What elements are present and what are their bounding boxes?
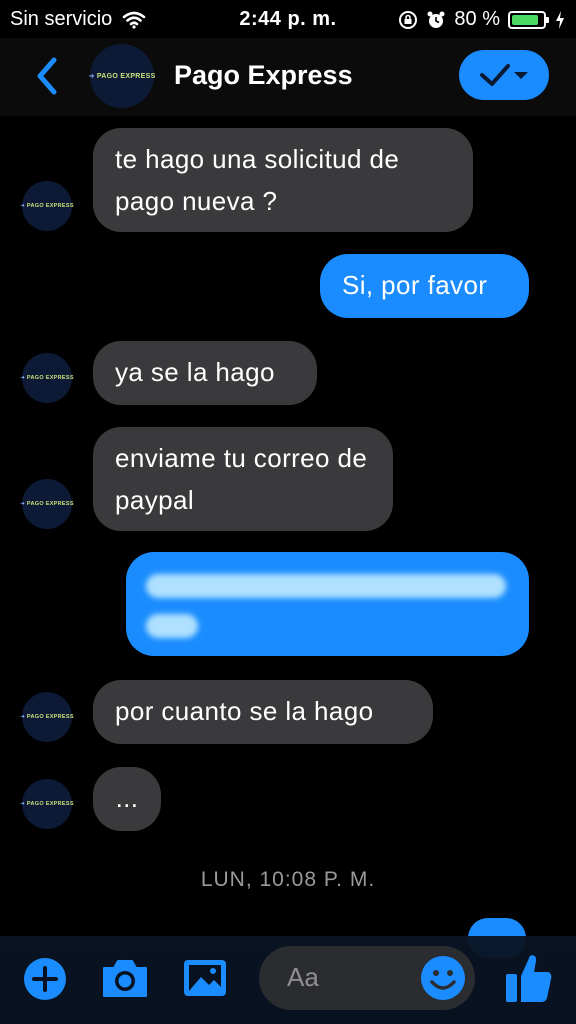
sender-avatar: ➜ PAGO EXPRESS xyxy=(20,692,74,742)
message-bubble-incoming[interactable]: ya se la hago xyxy=(93,341,317,405)
message-composer: Aa xyxy=(0,936,576,1024)
camera-icon xyxy=(103,960,147,997)
redacted-text xyxy=(146,574,506,598)
message-input[interactable]: Aa xyxy=(259,946,475,1010)
message-bubble-incoming[interactable]: por cuanto se la hago xyxy=(93,680,433,744)
brand-logo: ➜ PAGO EXPRESS xyxy=(20,375,74,381)
add-button[interactable] xyxy=(22,956,68,1002)
sender-avatar: ➜ PAGO EXPRESS xyxy=(20,181,74,231)
back-button[interactable] xyxy=(30,54,70,98)
image-icon xyxy=(184,960,226,996)
brand-logo: ➜ PAGO EXPRESS xyxy=(20,501,74,507)
status-bar: Sin servicio 2:44 p. m. 80 % xyxy=(0,0,576,38)
redacted-text xyxy=(146,614,198,638)
brand-logo: ➜ PAGO EXPRESS xyxy=(20,203,74,209)
contact-avatar[interactable]: ➜ PAGO EXPRESS xyxy=(88,44,156,108)
check-dropdown-icon xyxy=(480,64,528,86)
call-options-button[interactable] xyxy=(459,50,549,100)
sender-avatar: ➜ PAGO EXPRESS xyxy=(20,353,74,403)
gallery-button[interactable] xyxy=(180,954,230,1002)
message-timestamp: LUN, 10:08 P. M. xyxy=(200,868,376,891)
message-bubble-redacted[interactable] xyxy=(126,552,529,656)
plus-circle-icon xyxy=(24,958,66,1000)
rotation-lock-icon xyxy=(399,10,418,29)
brand-logo: ➜ PAGO EXPRESS xyxy=(20,714,74,720)
message-input-placeholder: Aa xyxy=(287,962,319,992)
sender-avatar: ➜ PAGO EXPRESS xyxy=(20,779,74,829)
battery-percent: 80 % xyxy=(454,8,500,30)
message-bubble-incoming[interactable]: te hago una solicitud de pago nueva ? xyxy=(93,128,473,232)
brand-logo: ➜ PAGO EXPRESS xyxy=(20,801,74,807)
brand-logo: ➜ PAGO EXPRESS xyxy=(88,73,156,80)
sender-avatar: ➜ PAGO EXPRESS xyxy=(20,479,74,529)
alarm-icon xyxy=(427,11,445,28)
camera-button[interactable] xyxy=(100,954,150,1002)
thumbs-up-icon xyxy=(506,955,552,1002)
battery-icon xyxy=(508,10,549,29)
like-button[interactable] xyxy=(502,950,554,1006)
charging-bolt-icon xyxy=(556,10,564,29)
typing-indicator: ... xyxy=(93,767,161,831)
contact-name[interactable]: Pago Express xyxy=(174,60,353,91)
chat-header: ➜ PAGO EXPRESS Pago Express xyxy=(0,38,576,116)
emoji-icon[interactable] xyxy=(419,954,467,1002)
message-bubble-outgoing[interactable]: Si, por favor xyxy=(320,254,529,318)
message-bubble-incoming[interactable]: enviame tu correo de paypal xyxy=(93,427,393,531)
chevron-left-icon xyxy=(37,57,57,95)
